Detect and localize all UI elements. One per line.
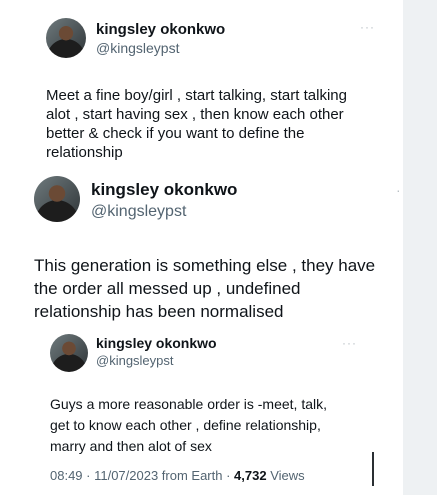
author-handle[interactable]: @kingsleypst — [96, 353, 174, 368]
author-handle[interactable]: @kingsleypst — [96, 40, 179, 56]
tweet-footer: 08:49 · 11/07/2023 from Earth · 4,732 Vi… — [50, 468, 305, 483]
avatar[interactable] — [50, 334, 88, 372]
more-options-icon[interactable]: · — [396, 182, 402, 198]
vertical-divider — [372, 452, 374, 486]
tweet-text: Meet a fine boy/girl , start talking, st… — [46, 87, 347, 161]
tweet-text: Guys a more reasonable order is -meet, t… — [50, 396, 328, 454]
more-options-icon[interactable]: ··· — [360, 20, 375, 34]
tweet-text: This generation is something else , they… — [34, 256, 376, 321]
author-name[interactable]: kingsley okonkwo — [96, 335, 217, 351]
author-handle[interactable]: @kingsleypst — [91, 203, 186, 221]
tweet-timestamp[interactable]: 08:49 · 11/07/2023 from Earth · — [50, 468, 230, 483]
right-edge-strip — [403, 0, 437, 495]
views-label: Views — [270, 468, 305, 483]
more-options-icon[interactable]: ··· — [342, 336, 357, 350]
author-name[interactable]: kingsley okonkwo — [96, 21, 225, 38]
avatar[interactable] — [46, 18, 86, 58]
author-name[interactable]: kingsley okonkwo — [91, 180, 237, 200]
views-count: 4,732 — [234, 468, 267, 483]
avatar[interactable] — [34, 176, 80, 222]
